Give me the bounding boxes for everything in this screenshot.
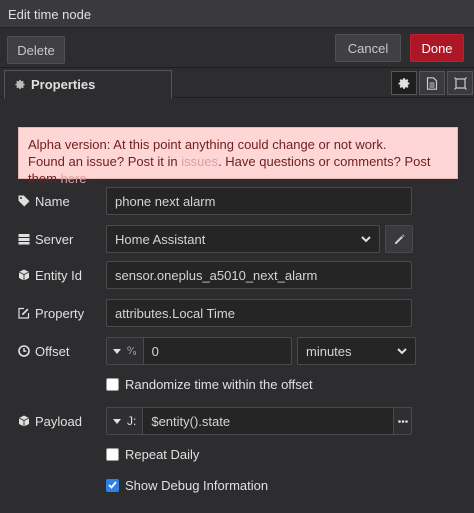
- chevron-down-icon: [397, 347, 407, 355]
- repeat-daily-checkbox[interactable]: [106, 447, 119, 461]
- name-label: Name: [18, 191, 70, 211]
- cube-icon: [18, 415, 30, 427]
- edit-box-icon: [18, 307, 30, 319]
- here-link[interactable]: here: [61, 171, 87, 186]
- payload-label: Payload: [18, 411, 82, 431]
- tab-properties-label: Properties: [31, 77, 96, 92]
- checkmark-icon: [108, 481, 117, 489]
- editor-toolbar: Delete Cancel Done: [0, 28, 474, 68]
- document-icon: [426, 76, 438, 90]
- server-icon: [18, 233, 30, 245]
- ellipsis-icon: [397, 419, 408, 423]
- entity-id-label: Entity Id: [18, 265, 82, 285]
- cube-icon: [18, 269, 30, 281]
- name-input[interactable]: phone next alarm: [106, 187, 412, 215]
- alpha-warning-line2: Found an issue? Post it in issues. Have …: [28, 154, 431, 186]
- repeat-daily-row: Repeat Daily: [106, 445, 199, 463]
- payload-value[interactable]: $entity().state: [143, 414, 393, 429]
- property-label: Property: [18, 303, 84, 323]
- offset-type-selector[interactable]: ⁰⁄₉: [107, 338, 144, 364]
- delete-button[interactable]: Delete: [7, 36, 65, 64]
- alpha-warning-line1: Alpha version: At this point anything co…: [28, 137, 387, 152]
- jsonata-type-icon: J:: [127, 414, 137, 428]
- pencil-icon: [394, 234, 405, 245]
- offset-typed-input[interactable]: ⁰⁄₉ 0: [106, 337, 292, 365]
- number-type-icon: ⁰⁄₉: [127, 345, 137, 357]
- tab-bar: Properties: [0, 68, 474, 99]
- caret-down-icon: [113, 418, 121, 424]
- payload-type-selector[interactable]: J:: [107, 408, 144, 434]
- expand-editor-button[interactable]: [393, 408, 411, 434]
- alpha-warning: Alpha version: At this point anything co…: [18, 127, 458, 186]
- offset-value[interactable]: 0: [144, 344, 291, 359]
- issues-link[interactable]: issues: [181, 154, 218, 169]
- cancel-button[interactable]: Cancel: [335, 34, 401, 62]
- debug-checkbox[interactable]: [106, 478, 119, 492]
- gear-icon: [398, 77, 411, 90]
- tag-icon: [18, 195, 30, 207]
- debug-row: Show Debug Information: [106, 476, 268, 494]
- caret-down-icon: [113, 348, 121, 354]
- randomize-checkbox[interactable]: [106, 377, 119, 391]
- payload-typed-input[interactable]: J: $entity().state: [106, 407, 412, 435]
- randomize-row: Randomize time within the offset: [106, 375, 313, 393]
- property-input[interactable]: attributes.Local Time: [106, 299, 412, 327]
- chevron-down-icon: [361, 235, 371, 243]
- tab-properties[interactable]: Properties: [4, 70, 172, 99]
- done-button[interactable]: Done: [410, 34, 464, 62]
- offset-unit-select[interactable]: minutes: [297, 337, 416, 365]
- gear-icon: [15, 79, 26, 90]
- description-tab-button[interactable]: [419, 71, 445, 95]
- settings-tab-button[interactable]: [391, 71, 417, 95]
- entity-id-input[interactable]: sensor.oneplus_a5010_next_alarm: [106, 261, 412, 289]
- offset-label: Offset: [18, 341, 69, 361]
- frame-icon: [453, 76, 467, 90]
- appearance-tab-button[interactable]: [447, 71, 473, 95]
- server-label: Server: [18, 229, 73, 249]
- clock-icon: [18, 345, 30, 357]
- edit-server-button[interactable]: [385, 225, 413, 253]
- server-select[interactable]: Home Assistant: [106, 225, 380, 253]
- window-title: Edit time node: [0, 0, 474, 28]
